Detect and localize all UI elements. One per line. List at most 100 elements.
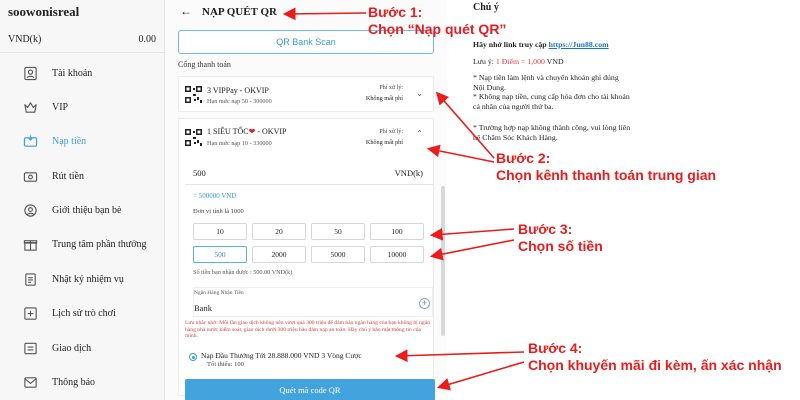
note-line: * Nạp tiền làm lệnh và chuyển khoản ghi …: [473, 73, 619, 92]
sidebar-item-label: VIP: [52, 101, 69, 113]
channel-title-prefix: 1 SIÊU TỐC: [207, 127, 249, 136]
access-link-line: Hãy nhớ link truy cập https://Jun88.com: [473, 40, 631, 50]
sidebar-item-deposit[interactable]: Nạp tiền: [0, 127, 165, 157]
divider: [0, 52, 164, 53]
step3-text: Chọn số tiền: [518, 238, 603, 254]
page-title: NẠP QUÉT QR: [202, 5, 277, 18]
sidebar-item-label: Lịch sử trò chơi: [52, 308, 116, 320]
amount-option[interactable]: 10: [193, 223, 247, 240]
step4-annotation: Bước 4: Chọn khuyến mãi đi kèm, ấn xác n…: [528, 340, 782, 374]
deposit-icon: [22, 134, 38, 150]
note-line: * Trường hợp nạp không thành công, vui l…: [473, 123, 631, 142]
sidebar-item-account[interactable]: Tài khoản: [0, 58, 165, 88]
step1-title: Bước 1:: [368, 4, 423, 20]
link-prefix: Hãy nhớ link truy cập: [473, 40, 549, 49]
sidebar-item-transactions[interactable]: Giao dịch: [0, 333, 165, 363]
channel-limit: Hạn mức nạp 10 - 330000: [207, 140, 272, 147]
sidebar-item-label: Nhật ký nhiệm vụ: [52, 273, 124, 285]
fee-label: Phí xử lý:: [379, 85, 403, 91]
bank-label: Ngân Hàng Nhận Tiền: [194, 290, 244, 296]
points-note: Lưu ý: 1 Điểm = 1,000 VND: [473, 57, 631, 67]
fee-value: Không mất phí: [365, 139, 403, 146]
channel-title[interactable]: 1 SIÊU TỐC❤ - OKVIP: [207, 127, 286, 136]
user-icon: [22, 65, 38, 81]
sidebar-item-game-history[interactable]: Lịch sử trò chơi: [0, 299, 165, 329]
site-link[interactable]: https://Jun88.com: [549, 40, 609, 49]
warning-note: Lưu nhắc nhở: Mỗi lần giao dịch không nê…: [185, 320, 430, 340]
bell-icon: [22, 375, 38, 391]
sidebar-item-label: Trung tâm phần thưởng: [52, 239, 147, 251]
gift-icon: [22, 237, 38, 253]
sidebar-item-label: Nạp tiền: [52, 136, 87, 148]
sidebar-item-label: Giới thiệu bạn bè: [52, 205, 122, 217]
sidebar-item-task-log[interactable]: Nhật ký nhiệm vụ: [0, 264, 165, 294]
sidebar-item-label: Giao dịch: [52, 342, 92, 354]
chevron-up-icon[interactable]: ⌃: [416, 129, 423, 138]
scan-qr-confirm-button[interactable]: Quét mã code QR: [185, 379, 435, 400]
converted-amount: = 500000 VND: [193, 192, 237, 200]
bank-value: Bank: [194, 303, 212, 313]
transaction-icon: [22, 340, 38, 356]
scrollbar[interactable]: [441, 186, 445, 336]
promotion-subtitle: Tối thiểu: 100: [207, 361, 244, 368]
note-line: * Không nạp tiền, cung cấp hóa đơn cho t…: [473, 92, 630, 111]
balance-row: VND(k) 0.00: [8, 34, 156, 45]
channel-title: 3 VIPPay - OKVIP: [207, 86, 269, 95]
amount-options: 10 20 50 100 500 2000 5000 10000: [193, 223, 435, 263]
unit-note: Đơn vị tính là 1000: [193, 208, 244, 215]
balance-label: VND(k): [8, 34, 42, 45]
game-history-icon: [22, 306, 38, 322]
task-log-icon: [22, 271, 38, 287]
receive-amount-note: Số tiền bạn nhận được : 500.00 VND(k): [193, 269, 293, 276]
step1-annotation: Bước 1: Chọn “Nạp quét QR”: [368, 4, 506, 38]
amount-option[interactable]: 2000: [252, 246, 306, 263]
amount-option[interactable]: 20: [252, 223, 306, 240]
amount-option[interactable]: 10000: [370, 246, 424, 263]
step3-title: Bước 3:: [518, 221, 573, 237]
amount-option-selected[interactable]: 500: [193, 246, 247, 263]
chevron-down-icon[interactable]: ⌄: [416, 89, 423, 98]
step4-title: Bước 4:: [528, 340, 583, 356]
step2-title: Bước 2:: [496, 150, 551, 166]
amount-currency: VND(k): [394, 168, 423, 178]
sidebar-item-referral[interactable]: Giới thiệu bạn bè: [0, 196, 165, 226]
amount-option[interactable]: 100: [370, 223, 424, 240]
fee-value: Không mất phí: [365, 95, 403, 102]
sidebar-item-label: Thông báo: [52, 377, 96, 389]
back-arrow-icon[interactable]: ←: [180, 4, 192, 19]
amount-input[interactable]: 500 VND(k): [185, 159, 433, 185]
qr-code-icon: [185, 129, 202, 146]
channel-limit: Hạn mức nạp 50 - 300000: [207, 98, 272, 105]
crown-icon: [22, 99, 38, 115]
sidebar-nav: Tài khoản VIP Nạp tiền Rút tiền Giới thi…: [0, 58, 165, 400]
page-header: ← NẠP QUÉT QR: [180, 4, 277, 19]
amount-value: 500: [193, 168, 206, 178]
radio-selected[interactable]: [189, 353, 197, 361]
deposit-panel: ← NẠP QUÉT QR QR Bank Scan Cổng thanh to…: [165, 0, 447, 400]
payment-section-label: Cổng thanh toán: [178, 60, 231, 69]
promotion-option[interactable]: Nạp Đầu Thưởng Tới 28.888.000 VND 3 Vòng…: [189, 351, 433, 373]
sidebar-item-withdraw[interactable]: Rút tiền: [0, 161, 165, 191]
withdraw-icon: [22, 168, 38, 184]
step2-annotation: Bước 2: Chọn kênh thanh toán trung gian: [496, 150, 716, 184]
sidebar-item-vip[interactable]: VIP: [0, 92, 165, 122]
amount-option[interactable]: 5000: [311, 246, 365, 263]
payment-channel-vippay[interactable]: 3 VIPPay - OKVIP Hạn mức nạp 50 - 300000…: [178, 76, 434, 112]
channel-title-suffix: - OKVIP: [255, 127, 287, 136]
step3-annotation: Bước 3: Chọn số tiền: [518, 221, 603, 255]
step1-text: Chọn “Nạp quét QR”: [368, 21, 507, 37]
bank-select[interactable]: Ngân Hàng Nhận Tiền Bank +: [193, 287, 433, 317]
sidebar-item-rewards[interactable]: Trung tâm phần thưởng: [0, 230, 165, 260]
step2-text: Chọn kênh thanh toán trung gian: [496, 167, 717, 183]
plus-icon[interactable]: +: [419, 298, 430, 309]
fee-label: Phí xử lý:: [379, 129, 403, 135]
sidebar-item-label: Tài khoản: [52, 67, 93, 79]
sidebar-item-notifications[interactable]: Thông báo: [0, 368, 165, 398]
step4-text: Chọn khuyến mãi đi kèm, ấn xác nhận: [528, 357, 782, 373]
amount-option[interactable]: 50: [311, 223, 365, 240]
sidebar-item-label: Rút tiền: [52, 170, 84, 182]
payment-channel-sieutoc: 1 SIÊU TỐC❤ - OKVIP Hạn mức nạp 10 - 330…: [178, 118, 435, 400]
qr-code-icon: [185, 86, 202, 103]
username: soowonisreal: [8, 4, 80, 19]
referral-icon: [22, 203, 38, 219]
